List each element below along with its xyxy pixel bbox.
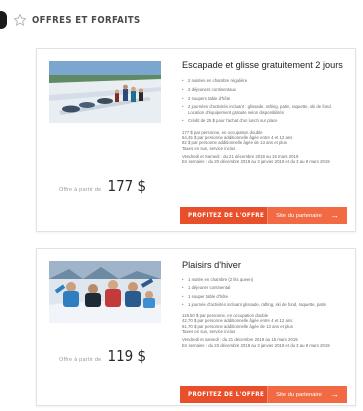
partner-site-button[interactable]: Site du partenaire → bbox=[267, 386, 347, 403]
pricing-line: Taxes en sus, service inclus bbox=[182, 329, 236, 335]
partner-site-label: Site du partenaire bbox=[276, 391, 322, 398]
star-outline-icon[interactable] bbox=[13, 13, 27, 27]
offer-card: Offre à partir de 177 $ Escapade et glis… bbox=[36, 48, 356, 232]
inclusion-item: 2 journées d'activités incluant : glissa… bbox=[182, 104, 347, 115]
inclusion-item: 1 nuitée en chambre (2 lits queen) bbox=[182, 277, 347, 283]
offer-photo-snow-tubing bbox=[49, 61, 161, 123]
section-title: OFFRES ET FORFAITS bbox=[32, 14, 141, 26]
offer-inclusions: 2 nuitées en chambre régulière 2 déjeune… bbox=[182, 78, 347, 124]
arrow-right-icon: → bbox=[329, 389, 339, 399]
inclusion-item: 2 déjeuners continentaux bbox=[182, 87, 347, 93]
offer-photo-winter-friends bbox=[49, 261, 161, 323]
validity-dates: Vendredi et samedi : du 21 décembre 2018… bbox=[182, 337, 347, 348]
date-line: En semaine : du 23 décembre 2018 au 3 ja… bbox=[182, 342, 330, 348]
inclusion-item: Crédit de 25 $ pour l'achat d'un lunch s… bbox=[182, 118, 347, 124]
offer-actions: PROFITEZ DE L'OFFRE Site du partenaire → bbox=[180, 207, 347, 224]
inclusion-item: 1 déjeuner continental bbox=[182, 285, 347, 291]
offer-actions: PROFITEZ DE L'OFFRE Site du partenaire → bbox=[180, 386, 347, 403]
date-line: En semaine : du 20 décembre 2018 au 3 ja… bbox=[182, 159, 330, 165]
validity-dates: Vendredi et Samedi : du 21 décembre 2018… bbox=[182, 154, 347, 165]
price-label: Offre à partir de bbox=[59, 187, 102, 193]
pricing-line: Taxes en sus, service inclus bbox=[182, 145, 236, 151]
offer-card: Offre à partir de 119 $ Plaisirs d'hiver… bbox=[36, 248, 356, 406]
price-block: Offre à partir de 177 $ bbox=[59, 177, 146, 195]
offer-content: Escapade et glisse gratuitement 2 jours … bbox=[182, 59, 347, 165]
section-header: OFFRES ET FORFAITS bbox=[13, 10, 141, 30]
arrow-right-icon: → bbox=[329, 210, 339, 220]
inclusion-item: 2 nuitées en chambre régulière bbox=[182, 78, 347, 84]
inclusion-item: 2 soupers table d'hôte bbox=[182, 96, 347, 102]
partner-site-button[interactable]: Site du partenaire → bbox=[267, 207, 347, 224]
price-value: 177 $ bbox=[107, 177, 147, 195]
inclusion-item: 1 souper table d'hôte bbox=[182, 294, 347, 300]
offer-title: Escapade et glisse gratuitement 2 jours bbox=[182, 60, 343, 70]
pricing-details: 177 $ par personne, en occupation double… bbox=[182, 130, 347, 151]
price-label: Offre à partir de bbox=[59, 357, 102, 363]
inclusion-item: 1 journée d'activités incluant glissade,… bbox=[182, 302, 347, 308]
pricing-details: 119,50 $ par personne, en occupation dou… bbox=[182, 313, 347, 334]
page-edge-marker bbox=[0, 11, 7, 29]
offer-content: Plaisirs d'hiver 1 nuitée en chambre (2 … bbox=[182, 259, 347, 348]
profit-offer-button[interactable]: PROFITEZ DE L'OFFRE bbox=[180, 207, 267, 224]
profit-offer-button[interactable]: PROFITEZ DE L'OFFRE bbox=[180, 386, 267, 403]
partner-site-label: Site du partenaire bbox=[276, 212, 322, 219]
price-block: Offre à partir de 119 $ bbox=[59, 347, 146, 365]
offer-inclusions: 1 nuitée en chambre (2 lits queen) 1 déj… bbox=[182, 277, 347, 308]
price-value: 119 $ bbox=[107, 347, 147, 365]
offer-title: Plaisirs d'hiver bbox=[182, 260, 241, 270]
